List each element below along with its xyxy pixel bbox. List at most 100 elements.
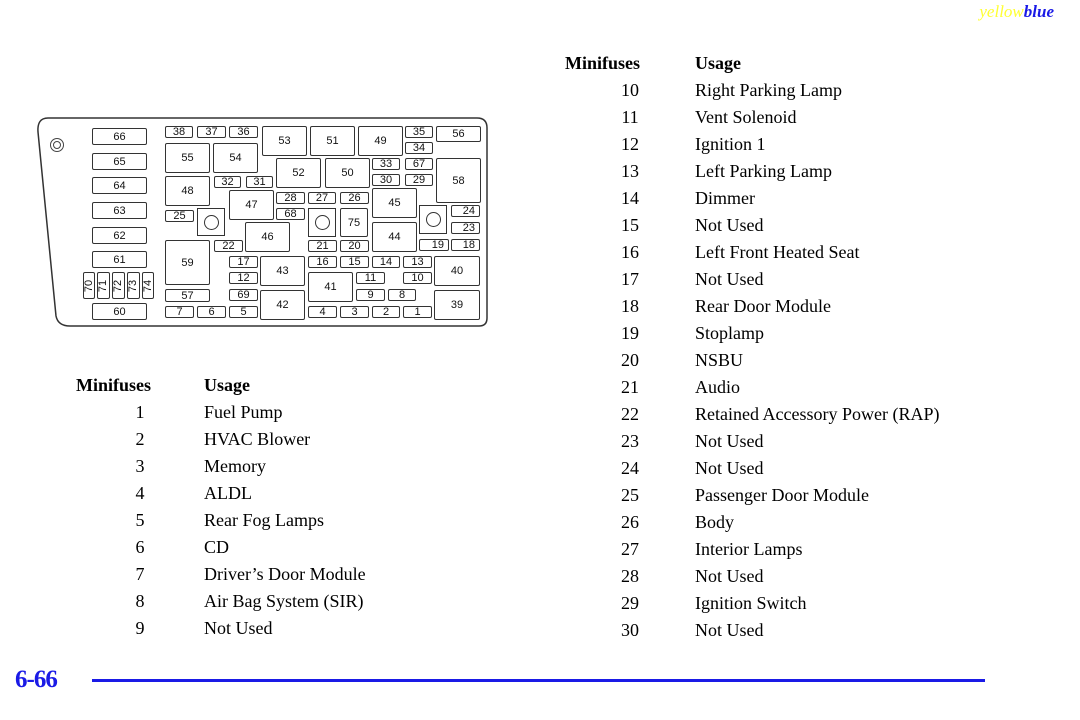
fuse-slot-65: 65	[92, 153, 147, 170]
fuse-number: 12	[621, 134, 639, 154]
brand-blue: blue	[1023, 2, 1054, 21]
fuse-label: 58	[452, 174, 465, 187]
fuse-slot-19: 19	[419, 239, 449, 251]
column-header-minifuses: Minifuses	[565, 53, 641, 73]
fuse-slot-70: 70	[83, 272, 95, 299]
fuse-label: 68	[284, 208, 297, 220]
fuse-slot-13: 13	[403, 256, 432, 268]
fuse-label: 55	[181, 152, 194, 164]
fuse-usage: HVAC Blower	[204, 429, 311, 449]
fuse-slot-67: 67	[405, 158, 433, 170]
fuse-slot-32: 32	[214, 176, 241, 188]
fuse-label: 69	[237, 289, 250, 301]
fuse-usage: Left Parking Lamp	[695, 161, 832, 181]
fuse-label: 48	[181, 185, 194, 197]
fuse-number: 18	[621, 296, 639, 316]
fuse-label: 70	[83, 279, 95, 292]
table-row: 17 Not Used	[565, 266, 939, 293]
fuse-label: 67	[412, 158, 426, 170]
table-header-row: Minifuses Usage	[76, 372, 366, 399]
fuse-number: 20	[621, 350, 639, 370]
fuse-label: 60	[113, 305, 126, 318]
fuse-label: 73	[127, 279, 140, 292]
fuse-slot-61: 61	[92, 251, 147, 268]
fuse-slot-3: 3	[340, 306, 369, 318]
fuse-slot-28: 28	[276, 192, 305, 204]
fuse-number: 23	[621, 431, 639, 451]
fuse-label: 11	[364, 272, 377, 284]
fuse-slot-15: 15	[340, 256, 369, 268]
footer-rule	[92, 679, 985, 682]
fuse-number: 11	[621, 107, 639, 127]
fuse-label: 22	[222, 240, 235, 252]
table-header-row: Minifuses Usage	[565, 50, 939, 77]
fuse-slot-27: 27	[308, 192, 336, 204]
table-row: 28 Not Used	[565, 563, 939, 590]
table-row: 3 Memory	[76, 453, 366, 480]
fuse-slot-60: 60	[92, 303, 147, 320]
fuse-label: 44	[388, 231, 401, 243]
fuse-label: 49	[374, 135, 387, 147]
fuse-label: 14	[379, 256, 393, 268]
fuse-slot-48: 48	[165, 176, 210, 206]
fuse-slot-6: 6	[197, 306, 226, 318]
table-row: 8 Air Bag System (SIR)	[76, 588, 366, 615]
fuse-usage: Left Front Heated Seat	[695, 242, 860, 262]
fuse-number: 28	[621, 566, 639, 586]
fuse-slot-17: 17	[229, 256, 258, 268]
fuse-slot-36: 36	[229, 126, 258, 138]
fuse-label: 47	[245, 199, 258, 211]
fuse-number: 19	[621, 323, 639, 343]
fuse-slot-63: 63	[92, 202, 147, 219]
column-header-minifuses: Minifuses	[76, 375, 152, 395]
fuse-usage: Audio	[695, 377, 740, 397]
fuse-slot-33: 33	[372, 158, 400, 170]
fuse-label: 46	[261, 231, 274, 243]
fuse-label: 21	[316, 240, 329, 252]
socket-circle-icon	[425, 212, 441, 227]
fuse-usage: Ignition Switch	[695, 593, 807, 613]
fuse-usage: CD	[204, 537, 230, 557]
fuse-slot-20: 20	[340, 240, 369, 252]
fuse-usage: Stoplamp	[695, 323, 765, 343]
fuse-label: 57	[181, 289, 194, 302]
fuse-slot-22: 22	[214, 240, 243, 252]
fuse-label: 16	[316, 256, 329, 268]
fuse-slot-47: 47	[229, 190, 274, 220]
fuse-usage: Retained Accessory Power (RAP)	[695, 404, 940, 424]
fuse-label: 20	[348, 240, 361, 252]
fuse-slot-29: 29	[405, 174, 433, 186]
fuse-slot-68: 68	[276, 208, 305, 220]
fuse-label: 40	[450, 265, 464, 277]
fuse-label: 29	[412, 174, 426, 186]
fuse-usage: Dimmer	[695, 188, 755, 208]
fuse-number: 30	[621, 620, 639, 640]
fuse-label: 30	[379, 174, 393, 186]
fuse-usage: Not Used	[695, 431, 764, 451]
fuse-label: 39	[450, 299, 464, 311]
fuse-label: 62	[113, 229, 126, 242]
fuse-slot-57: 57	[165, 289, 210, 302]
fuse-slot-72: 72	[112, 272, 125, 299]
fuse-slot-40: 40	[434, 256, 480, 286]
table-row: 29 Ignition Switch	[565, 590, 939, 617]
fuse-label: 64	[113, 179, 126, 192]
fuse-number: 8	[135, 591, 145, 611]
brand-yellow: yellow	[979, 2, 1024, 21]
fuse-usage: Not Used	[204, 618, 273, 638]
fuse-slot-44: 44	[372, 222, 417, 252]
fuse-slot-50: 50	[325, 158, 370, 188]
fuse-slot-66: 66	[92, 128, 147, 145]
fuse-slot-75: 75	[340, 208, 368, 237]
table-row: 30 Not Used	[565, 617, 939, 644]
fuse-number: 13	[621, 161, 639, 181]
fuse-label: 12	[237, 272, 250, 284]
fuse-label: 28	[284, 192, 297, 204]
fuse-label: 42	[276, 299, 289, 311]
table-row: 12 Ignition 1	[565, 131, 939, 158]
fuse-slot-30: 30	[372, 174, 400, 186]
fuse-usage: Fuel Pump	[204, 402, 283, 422]
fuse-label: 6	[208, 306, 215, 318]
fuse-label: 75	[347, 216, 361, 229]
fuse-usage: Rear Door Module	[695, 296, 831, 316]
